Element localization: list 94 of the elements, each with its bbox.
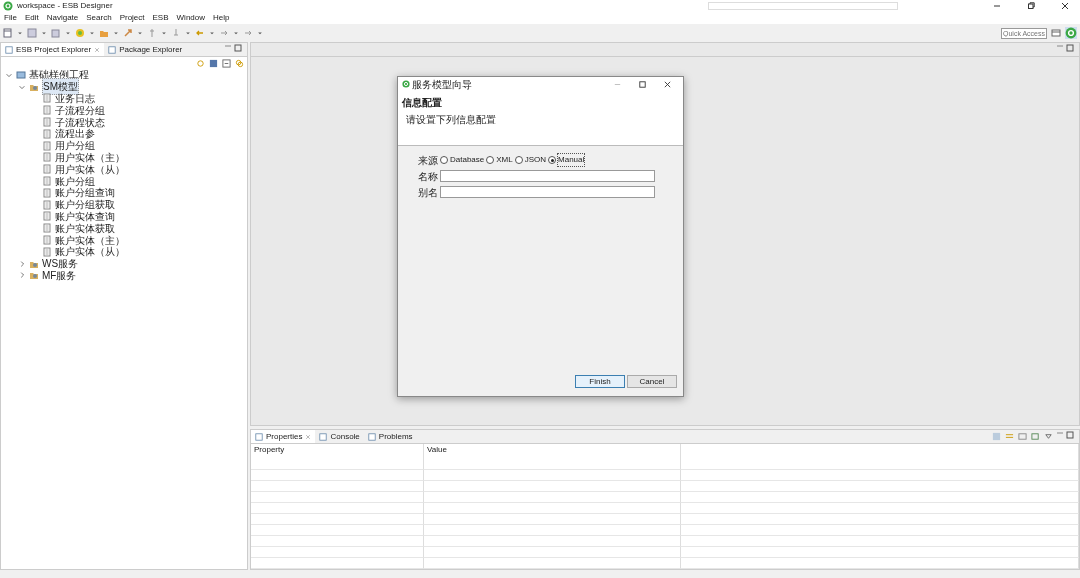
close-icon[interactable] xyxy=(663,79,672,89)
field-label: 来源 xyxy=(418,153,438,168)
maximize-icon[interactable] xyxy=(638,79,647,89)
file-icon xyxy=(42,199,52,210)
field-label: 别名 xyxy=(418,185,438,200)
new-file-icon[interactable] xyxy=(3,28,13,38)
radio-option[interactable]: XML xyxy=(486,154,513,166)
file-icon xyxy=(42,93,52,104)
tree-item[interactable]: 账户分组 xyxy=(5,175,247,187)
menu-item[interactable]: Window xyxy=(176,12,205,24)
file-icon xyxy=(42,140,52,151)
back-arrow-icon[interactable] xyxy=(195,28,205,38)
collapse-icon[interactable] xyxy=(222,58,231,68)
menu-item[interactable]: File xyxy=(4,12,17,24)
column-header: Value xyxy=(424,444,681,470)
project-icon xyxy=(16,69,26,80)
file-icon xyxy=(42,117,52,128)
tree-item[interactable]: 子流程状态 xyxy=(5,116,247,128)
folder-icon[interactable] xyxy=(99,28,109,38)
view-icon xyxy=(319,432,328,441)
tree-item[interactable]: WS服务 xyxy=(5,257,247,270)
file-icon xyxy=(42,223,52,234)
menu-item[interactable]: ESB xyxy=(152,12,169,24)
menu-item[interactable]: Help xyxy=(213,12,230,24)
wizard-description: 请设置下列信息配置 xyxy=(406,113,497,127)
forward-arrow-icon[interactable] xyxy=(219,28,229,38)
maximize-icon[interactable] xyxy=(1065,430,1075,440)
view-tab[interactable]: Package Explorer xyxy=(104,43,187,56)
view-icon xyxy=(255,432,263,441)
view-icon xyxy=(367,432,376,441)
view-tab[interactable]: Properties xyxy=(251,430,316,443)
categories-icon[interactable] xyxy=(992,432,1001,441)
view-tab[interactable]: Problems xyxy=(363,430,417,443)
view-tab[interactable]: Console xyxy=(315,430,364,443)
wizard-heading: 信息配置 xyxy=(402,96,443,110)
tree-item[interactable]: 账户分组查询 xyxy=(5,186,247,199)
collapsed-chevron-icon[interactable] xyxy=(18,259,26,268)
menu-item[interactable]: Navigate xyxy=(46,12,79,24)
dialog-title: 服务模型向导 xyxy=(412,77,472,92)
view-icon xyxy=(108,45,117,54)
collapsed-chevron-icon[interactable] xyxy=(18,271,26,280)
tree-item[interactable]: 账户实体（主） xyxy=(5,234,247,246)
file-icon xyxy=(42,164,52,175)
pin-icon[interactable] xyxy=(1031,432,1040,441)
tree-item[interactable]: 流程出参 xyxy=(5,128,247,140)
cancel-button[interactable]: Cancel xyxy=(627,375,677,388)
filter-icon[interactable] xyxy=(1005,432,1014,441)
columns-icon[interactable] xyxy=(1018,432,1027,441)
file-icon xyxy=(42,235,52,246)
field-label: 名称 xyxy=(418,169,438,184)
menu-item[interactable]: Search xyxy=(86,12,112,24)
maximize-icon[interactable] xyxy=(233,43,243,53)
tree-item[interactable]: MF服务 xyxy=(5,269,247,282)
menu-item[interactable]: Edit xyxy=(24,12,39,24)
finish-button[interactable]: Finish xyxy=(575,375,625,388)
file-icon xyxy=(42,152,52,163)
open-perspective-icon[interactable] xyxy=(1051,28,1061,38)
file-icon xyxy=(42,187,52,198)
sync-icon[interactable] xyxy=(196,58,205,68)
file-icon xyxy=(42,105,52,116)
input-field[interactable] xyxy=(440,186,655,198)
app-logo-icon[interactable] xyxy=(1065,27,1077,39)
folder-icon xyxy=(29,270,39,281)
tree-item[interactable]: 业务日志 xyxy=(5,92,247,105)
tree-item[interactable]: 用户实体（主） xyxy=(5,151,247,164)
radio-option[interactable]: Database xyxy=(440,154,485,166)
menu-item[interactable]: Project xyxy=(119,12,145,24)
tree-item[interactable]: 账户分组获取 xyxy=(5,198,247,211)
forward-arrow-icon[interactable] xyxy=(243,28,253,38)
radio-option[interactable]: Manual xyxy=(548,154,585,166)
column-header: Property xyxy=(251,444,424,470)
close-icon[interactable] xyxy=(1060,1,1070,11)
tree-item[interactable]: 账户实体查询 xyxy=(5,210,247,223)
view-tab[interactable]: ESB Project Explorer xyxy=(1,43,105,56)
tree-item[interactable]: 用户分组 xyxy=(5,139,247,152)
tree-item[interactable]: 用户实体（从） xyxy=(5,163,247,176)
file-icon xyxy=(42,176,52,187)
file-icon xyxy=(42,246,52,257)
tree-item[interactable]: 账户实体（从） xyxy=(5,245,247,258)
tree-item[interactable]: 子流程分组 xyxy=(5,104,247,117)
radio-option[interactable]: JSON xyxy=(514,154,547,166)
file-icon xyxy=(42,128,52,139)
maximize-icon[interactable] xyxy=(1065,43,1075,53)
window-title: workspace - ESB Designer xyxy=(17,0,113,12)
app-logo-icon xyxy=(402,80,410,88)
view-icon xyxy=(5,45,13,54)
save-all-icon[interactable] xyxy=(51,28,61,38)
file-icon xyxy=(42,211,52,222)
link-icon[interactable] xyxy=(235,58,244,68)
view-menu-icon[interactable] xyxy=(1044,432,1053,441)
tree-item[interactable]: 账户实体获取 xyxy=(5,222,247,235)
tree-item[interactable]: SM模型 xyxy=(5,80,247,93)
restore-icon[interactable] xyxy=(1026,1,1036,11)
input-field[interactable] xyxy=(440,170,655,182)
